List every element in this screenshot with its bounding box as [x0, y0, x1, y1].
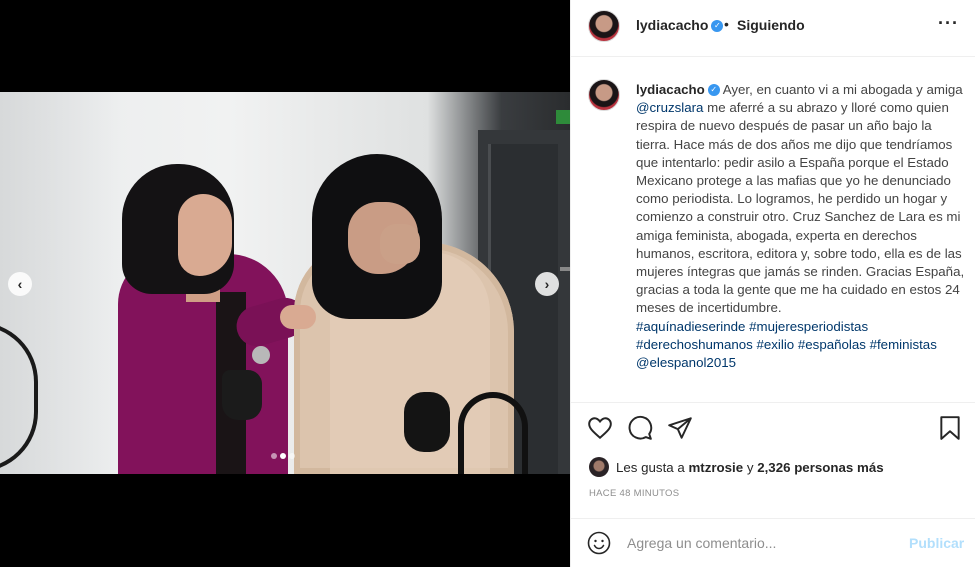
caption-username-text[interactable]: lydiacacho [636, 82, 705, 97]
comment-form: Publicar [571, 518, 975, 567]
exit-sign [556, 110, 570, 124]
caption-hashtags[interactable]: #aquínadieserinde #mujeresperiodistas #d… [636, 319, 937, 352]
likes-text: Les gusta a mtzrosie y 2,326 personas má… [616, 460, 884, 475]
caption-username[interactable]: lydiacacho ✓ [636, 82, 720, 97]
liker-username[interactable]: mtzrosie [688, 460, 743, 475]
post-caption: lydiacacho ✓ Ayer, en cuanto vi a mi abog… [636, 81, 966, 372]
heart-icon[interactable] [587, 415, 613, 441]
photo-credit-mention-link[interactable]: @elespanol2015 [636, 355, 736, 370]
verified-badge-icon: ✓ [711, 20, 724, 33]
comment-input[interactable] [627, 533, 897, 553]
author-username[interactable]: lydiacacho ✓ [636, 17, 724, 33]
author-username-text[interactable]: lydiacacho [636, 17, 708, 33]
woman-left-hand [280, 305, 316, 329]
woman-left-watch [252, 346, 270, 364]
post-photo[interactable] [0, 92, 570, 474]
action-bar [571, 402, 975, 454]
carousel-dot [289, 453, 295, 459]
author-avatar[interactable] [588, 10, 620, 42]
caption-author-avatar[interactable] [588, 79, 620, 111]
carousel-indicator [271, 453, 295, 459]
woman-right-hand [380, 224, 420, 264]
post-header: lydiacacho ✓ • Siguiendo ··· [571, 0, 975, 57]
post-sidebar: lydiacacho ✓ • Siguiendo ··· lydiacacho ✓ … [570, 0, 975, 567]
woman-right-bag [458, 392, 528, 474]
carousel-prev-button[interactable]: ‹ [8, 272, 32, 296]
likes-summary: Les gusta a mtzrosie y 2,326 personas má… [589, 456, 969, 480]
door-handle [560, 267, 570, 271]
verified-badge-icon: ✓ [707, 84, 720, 97]
post-timestamp[interactable]: HACE 48 MINUTOS [589, 488, 679, 499]
caption-text-1: Ayer, en cuanto vi a mi abogada y amiga [722, 82, 963, 97]
more-options-icon[interactable]: ··· [938, 13, 959, 34]
caption-text-2: me aferré a su abrazo y lloré como quien… [636, 100, 965, 316]
comment-icon[interactable] [627, 415, 653, 441]
share-icon[interactable] [667, 415, 693, 441]
woman-left-glove [222, 370, 262, 420]
carousel-dot [280, 453, 286, 459]
following-button[interactable]: Siguiendo [737, 17, 805, 33]
bookmark-icon[interactable] [937, 415, 963, 441]
likes-conjunction: y [746, 460, 754, 475]
likes-prefix: Les gusta a [616, 460, 685, 475]
likes-count-link[interactable]: 2,326 personas más [757, 460, 883, 475]
carousel-dot [271, 453, 277, 459]
publish-button[interactable]: Publicar [909, 535, 964, 551]
woman-right-glove [404, 392, 450, 452]
woman-left-face [178, 194, 232, 276]
liker-avatar[interactable] [589, 457, 609, 477]
caption-mention-link[interactable]: @cruzslara [636, 100, 703, 115]
carousel-next-button[interactable]: › [535, 272, 559, 296]
header-separator: • [724, 16, 729, 32]
post-media: ‹ › [0, 0, 570, 567]
emoji-icon[interactable] [587, 531, 611, 555]
caption-section: lydiacacho ✓ Ayer, en cuanto vi a mi abog… [571, 57, 975, 402]
